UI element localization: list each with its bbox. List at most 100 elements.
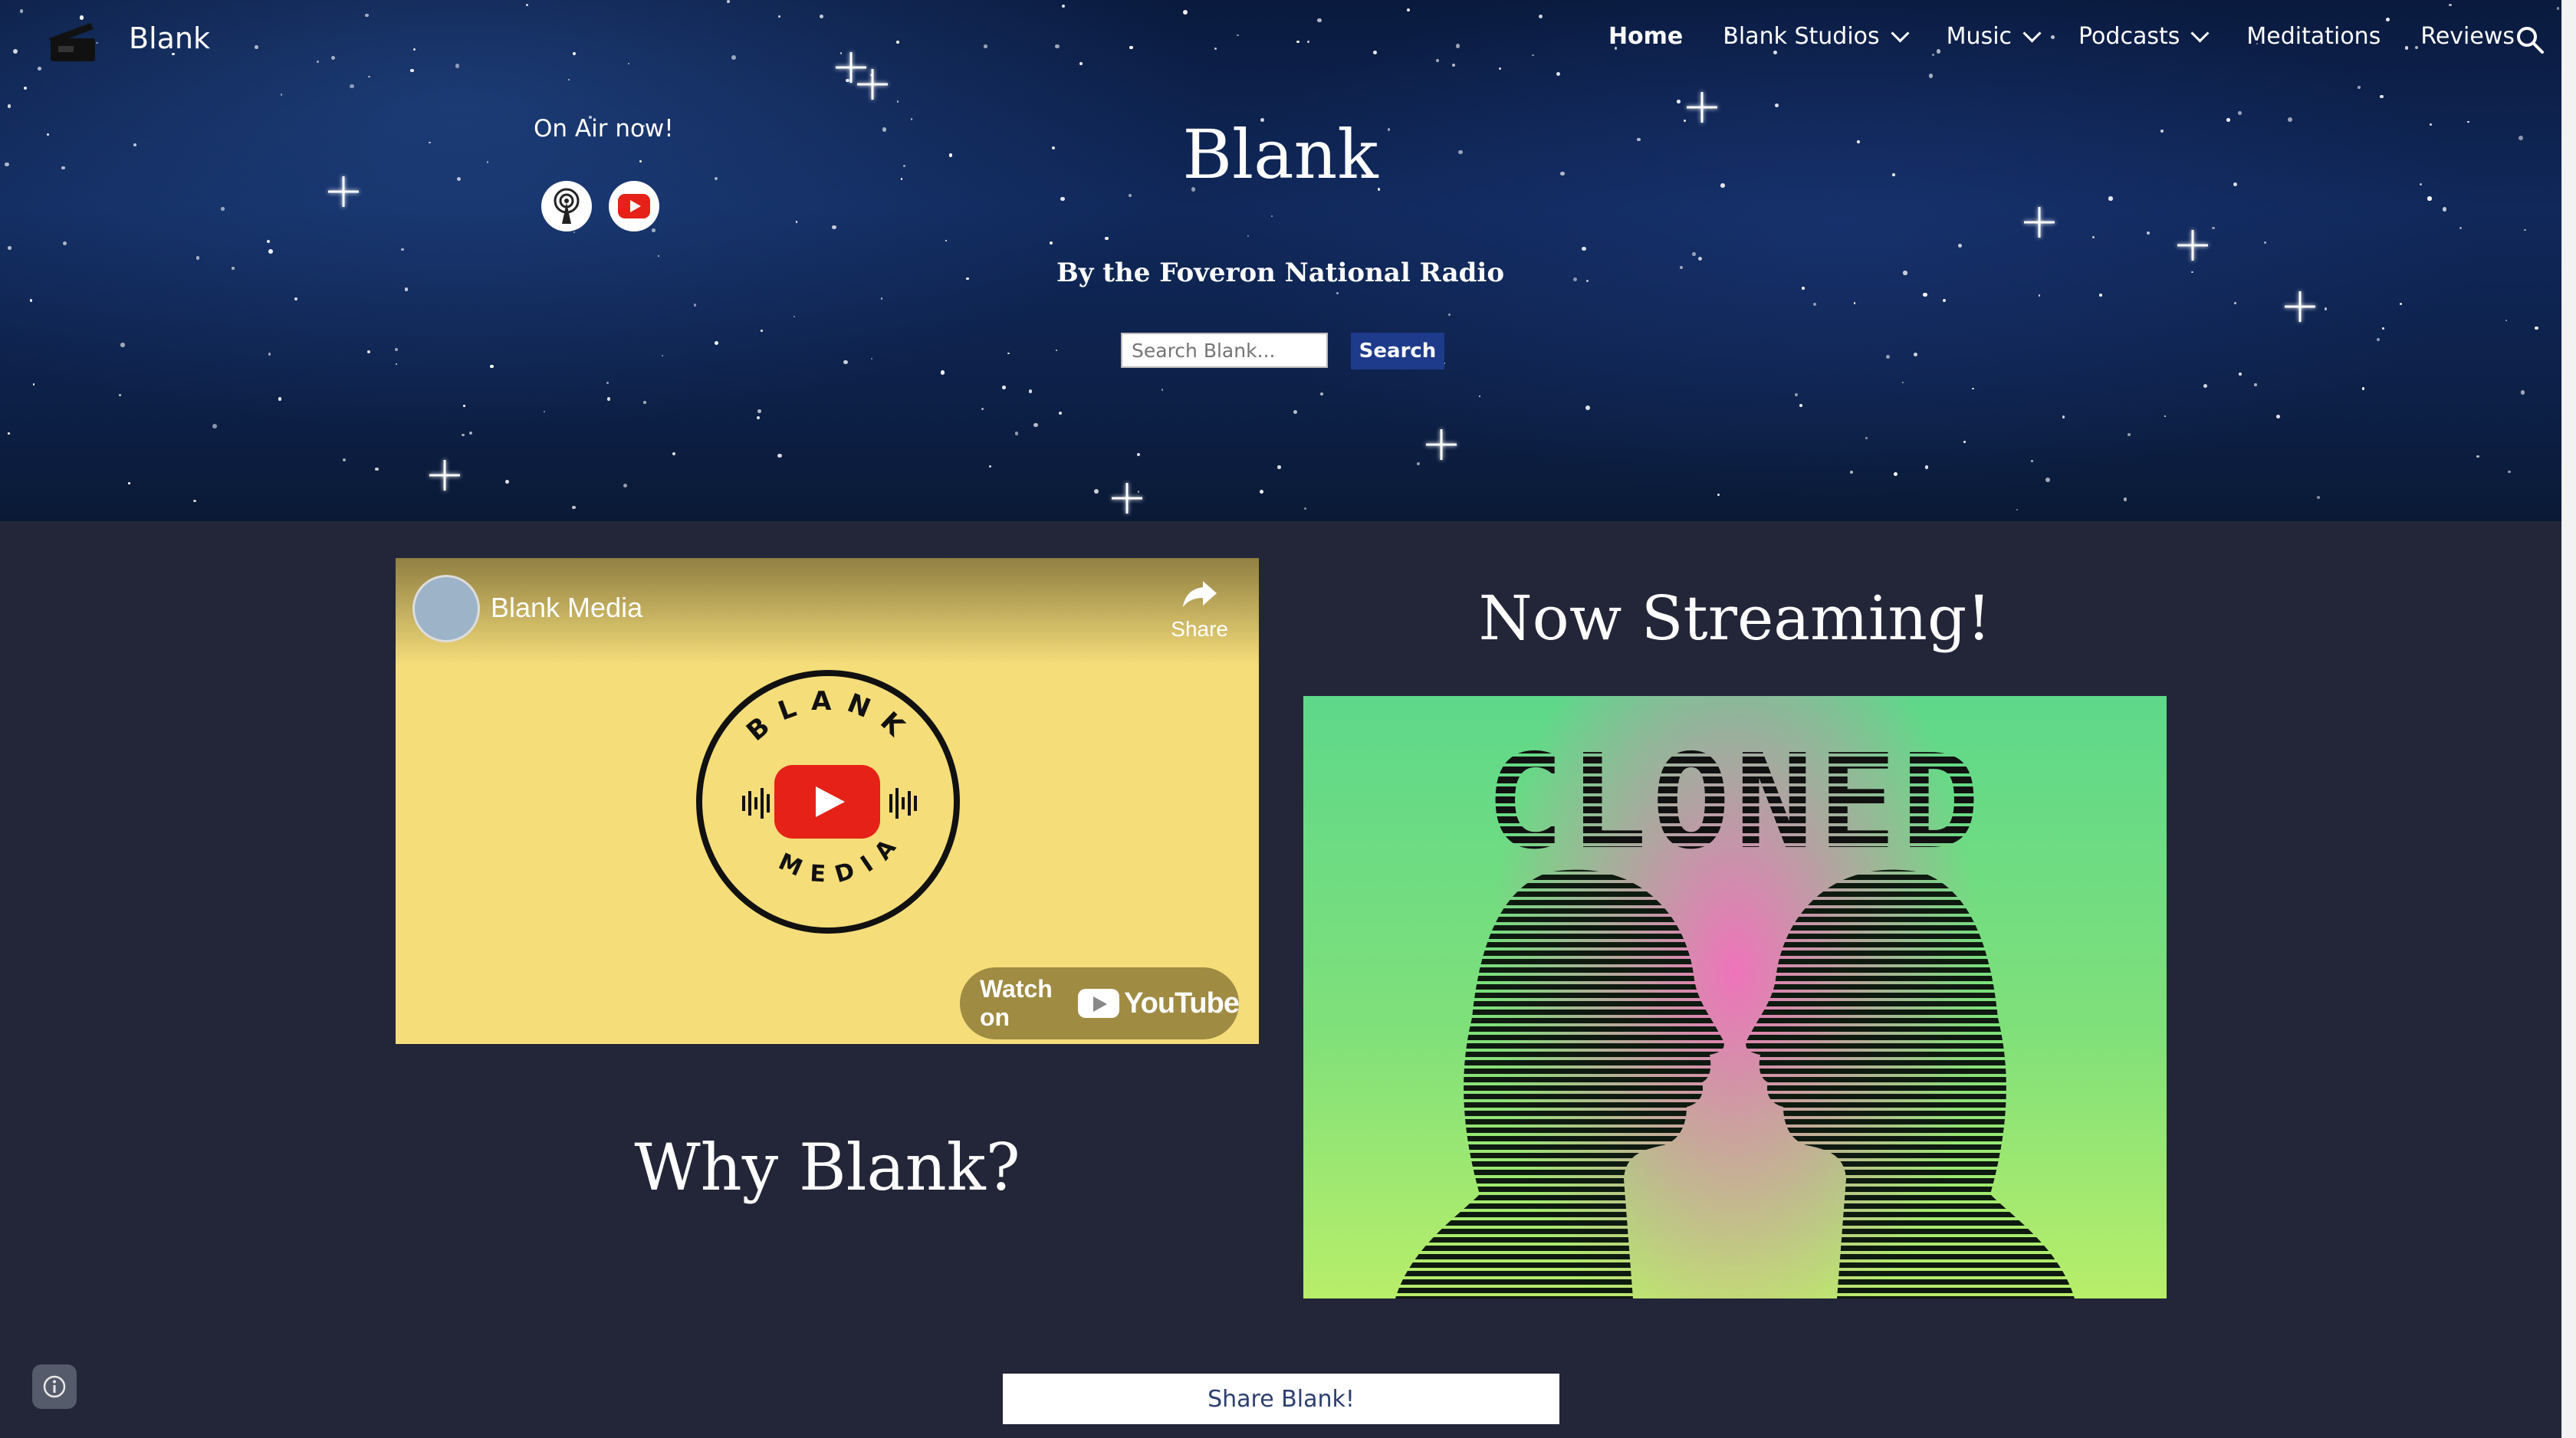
- star-dot: [413, 48, 416, 51]
- star-dot: [2382, 327, 2385, 330]
- star-dot: [2427, 196, 2432, 201]
- star-dot: [526, 3, 529, 6]
- star-dot: [468, 431, 473, 435]
- nav-podcasts[interactable]: Podcasts: [2078, 23, 2210, 50]
- star-dot: [394, 347, 399, 352]
- sparkle-star: [1426, 429, 1457, 460]
- star-dot: [2357, 86, 2361, 90]
- hero-subtitle: By the Foveron National Radio: [1056, 258, 1505, 288]
- search-input[interactable]: [1121, 333, 1328, 368]
- nav-home[interactable]: Home: [1608, 23, 1683, 50]
- sparkle-star: [2024, 207, 2055, 238]
- star-dot: [643, 401, 647, 405]
- share-blank-button[interactable]: Share Blank!: [1003, 1374, 1559, 1424]
- star-dot: [628, 62, 630, 64]
- youtube-embed[interactable]: BLANK MEDIA Blank Media Share Watch on Y…: [396, 558, 1259, 1044]
- star-dot: [1925, 465, 1929, 469]
- star-dot: [661, 354, 664, 357]
- star-dot: [1214, 48, 1217, 51]
- star-dot: [366, 350, 371, 354]
- nav-home-label: Home: [1608, 23, 1684, 50]
- star-dot: [572, 505, 576, 510]
- star-dot: [2523, 228, 2526, 231]
- star-dot: [2203, 383, 2208, 389]
- star-dot: [567, 78, 570, 80]
- star-dot: [1581, 246, 1586, 251]
- chevron-down-icon[interactable]: [1891, 24, 1910, 43]
- nav-meditations[interactable]: Meditations: [2246, 23, 2380, 50]
- star-dot: [871, 357, 873, 360]
- sparkle-star: [2285, 291, 2315, 322]
- youtube-play-icon: [1078, 989, 1120, 1018]
- star-dot: [2164, 415, 2167, 417]
- star-dot: [280, 94, 283, 96]
- star-dot: [1002, 385, 1006, 389]
- star-dot: [2476, 455, 2479, 458]
- star-dot: [374, 467, 379, 471]
- star-dot: [757, 409, 761, 413]
- star-dot: [1499, 67, 1502, 71]
- star-dot: [2016, 509, 2019, 511]
- nav-music[interactable]: Music: [1947, 23, 2042, 50]
- heads-illustration: [1395, 869, 2075, 1298]
- search-icon[interactable]: [2515, 25, 2545, 55]
- chevron-down-icon[interactable]: [2190, 24, 2210, 43]
- star-dot: [2212, 226, 2216, 230]
- star-dot: [2038, 294, 2041, 297]
- star-dot: [2557, 7, 2560, 10]
- star-dot: [881, 297, 883, 300]
- star-dot: [330, 55, 336, 61]
- nav-blank-studios[interactable]: Blank Studios: [1723, 23, 1910, 50]
- main-nav: Home Blank Studios Music Podcasts Medita…: [1569, 23, 2515, 50]
- star-dot: [1007, 352, 1010, 355]
- star-dot: [128, 482, 130, 484]
- star-dot: [13, 49, 18, 54]
- star-dot: [2459, 227, 2463, 230]
- star-dot: [455, 64, 460, 69]
- channel-avatar[interactable]: [412, 575, 480, 642]
- star-dot: [1033, 422, 1038, 428]
- star-dot: [342, 458, 346, 462]
- star-dot: [1556, 71, 1561, 77]
- search-button[interactable]: Search: [1351, 333, 1444, 369]
- star-dot: [62, 241, 67, 246]
- star-dot: [1182, 10, 1188, 15]
- star-dot: [1247, 235, 1250, 238]
- star-dot: [2535, 326, 2538, 330]
- site-title[interactable]: Blank: [129, 21, 210, 55]
- now-streaming-heading: Now Streaming!: [1478, 583, 1992, 654]
- star-dot: [1936, 49, 1941, 54]
- watch-on-label: Watch on: [980, 975, 1053, 1031]
- star-dot: [2045, 478, 2050, 483]
- info-icon: [43, 1375, 66, 1398]
- star-dot: [715, 340, 719, 345]
- star-dot: [1277, 465, 1281, 469]
- star-dot: [7, 432, 10, 435]
- info-button[interactable]: [32, 1364, 77, 1409]
- watch-on-youtube-button[interactable]: Watch on YouTube: [960, 967, 1240, 1039]
- star-dot: [1452, 63, 1456, 67]
- video-share-button[interactable]: Share: [1171, 578, 1228, 642]
- star-dot: [2239, 372, 2242, 376]
- star-dot: [1692, 252, 1696, 256]
- star-dot: [193, 499, 196, 503]
- channel-name[interactable]: Blank Media: [491, 592, 642, 624]
- chevron-down-icon[interactable]: [2022, 24, 2042, 43]
- star-dot: [777, 453, 782, 458]
- cloned-cover-image[interactable]: CLONED: [1303, 696, 2167, 1298]
- star-dot: [1932, 54, 1935, 56]
- star-dot: [1105, 236, 1109, 240]
- star-dot: [1436, 59, 1439, 63]
- nav-reviews[interactable]: Reviews: [2420, 23, 2515, 50]
- site-logo-icon[interactable]: [43, 15, 104, 69]
- star-dot: [1055, 350, 1058, 352]
- star-dot: [2233, 301, 2237, 305]
- star-dot: [19, 9, 24, 13]
- star-dot: [1913, 353, 1917, 357]
- scrollbar[interactable]: [2561, 0, 2576, 1438]
- star-dot: [7, 104, 12, 109]
- star-dot: [1093, 488, 1099, 494]
- star-dot: [1372, 51, 1377, 55]
- play-button[interactable]: [774, 765, 880, 839]
- star-dot: [2507, 470, 2511, 474]
